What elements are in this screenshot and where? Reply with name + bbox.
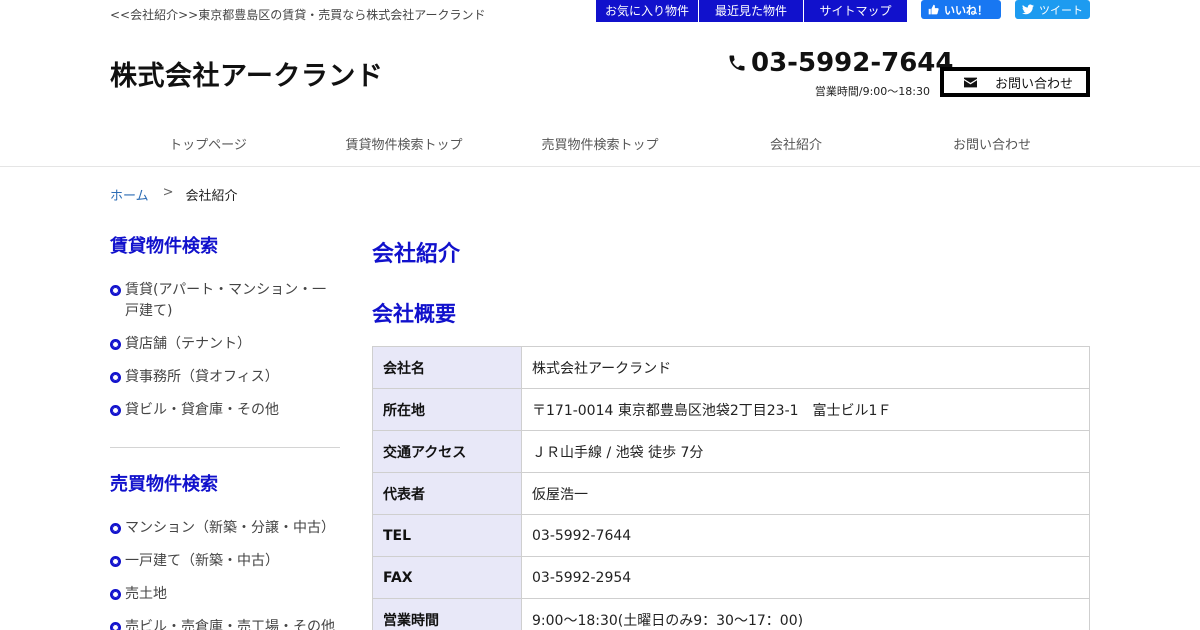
- thumbs-up-icon: [928, 4, 939, 15]
- row-value: 03-5992-2954: [521, 556, 1090, 599]
- table-row: 所在地 〒171-0014 東京都豊島区池袋2丁目23-1 富士ビル1Ｆ: [372, 388, 1090, 431]
- row-label: 所在地: [372, 388, 522, 431]
- table-row: FAX 03-5992-2954: [372, 556, 1090, 599]
- twitter-tweet-button[interactable]: ツイート: [1015, 0, 1090, 19]
- twitter-bird-icon: [1022, 4, 1034, 15]
- sidebar-sale-list: マンション（新築・分譲・中古） 一戸建て（新築・中古） 売土地 売ビル・売倉庫・…: [110, 518, 340, 630]
- nav-divider: [0, 166, 1200, 167]
- nav-company-info[interactable]: 会社紹介: [698, 134, 894, 153]
- favorites-link[interactable]: お気に入り物件: [596, 0, 699, 22]
- table-row: 代表者 仮屋浩一: [372, 472, 1090, 515]
- phone-icon: [729, 55, 745, 71]
- nav-sale-search[interactable]: 売買物件検索トップ: [502, 134, 698, 153]
- main-content: 会社紹介 会社概要 会社名 株式会社アークランド 所在地 〒171-0014 東…: [372, 236, 1090, 630]
- row-label: 営業時間: [372, 598, 522, 630]
- row-label: 会社名: [372, 346, 522, 389]
- sitemap-link[interactable]: サイトマップ: [804, 0, 907, 22]
- nav-rental-search[interactable]: 賃貸物件検索トップ: [306, 134, 502, 153]
- phone-number[interactable]: 03-5992-7644: [727, 48, 954, 78]
- sidebar-rental-list: 賃貸(アパート・マンション・一戸建て) 貸店舗（テナント） 貸事務所（貸オフィス…: [110, 280, 340, 421]
- breadcrumb-home[interactable]: ホーム: [110, 185, 149, 204]
- site-description: <<会社紹介>>東京都豊島区の賃貸・売買なら株式会社アークランド: [110, 8, 486, 22]
- row-label: 交通アクセス: [372, 430, 522, 473]
- row-label: TEL: [372, 514, 522, 557]
- envelope-icon: [964, 77, 977, 87]
- sidebar-rental-heading[interactable]: 賃貸物件検索: [110, 232, 340, 258]
- table-row: 会社名 株式会社アークランド: [372, 346, 1090, 389]
- company-info-table: 会社名 株式会社アークランド 所在地 〒171-0014 東京都豊島区池袋2丁目…: [372, 346, 1090, 630]
- contact-button[interactable]: お問い合わせ: [940, 67, 1090, 97]
- row-value: 03-5992-7644: [521, 514, 1090, 557]
- breadcrumb: ホーム > 会社紹介: [110, 185, 238, 204]
- sidebar-item-rental-residential[interactable]: 賃貸(アパート・マンション・一戸建て): [110, 280, 340, 322]
- table-row: TEL 03-5992-7644: [372, 514, 1090, 557]
- nav-contact[interactable]: お問い合わせ: [894, 134, 1090, 153]
- breadcrumb-current: 会社紹介: [185, 189, 238, 204]
- table-row: 営業時間 9:00～18:30(土曜日のみ9：30～17：00): [372, 598, 1090, 630]
- contact-button-label: お問い合わせ: [995, 76, 1074, 92]
- sidebar-item-rental-store[interactable]: 貸店舗（テナント）: [110, 334, 340, 355]
- sidebar-item-rental-office[interactable]: 貸事務所（貸オフィス）: [110, 367, 340, 388]
- facebook-like-button[interactable]: いいね！: [921, 0, 1001, 19]
- sidebar-item-rental-building[interactable]: 貸ビル・貸倉庫・その他: [110, 400, 340, 421]
- sidebar-item-sale-land[interactable]: 売土地: [110, 584, 340, 605]
- site-logo[interactable]: 株式会社アークランド: [110, 54, 383, 93]
- top-utility-nav: お気に入り物件 最近見た物件 サイトマップ: [596, 0, 907, 22]
- row-value: 株式会社アークランド: [521, 346, 1090, 389]
- main-nav: トップページ 賃貸物件検索トップ 売買物件検索トップ 会社紹介 お問い合わせ: [110, 134, 1090, 153]
- sidebar-divider: [110, 447, 340, 448]
- sidebar-item-sale-house[interactable]: 一戸建て（新築・中古）: [110, 551, 340, 572]
- sidebar: 賃貸物件検索 賃貸(アパート・マンション・一戸建て) 貸店舗（テナント） 貸事務…: [110, 232, 340, 630]
- row-label: 代表者: [372, 472, 522, 515]
- facebook-like-label: いいね！: [944, 3, 988, 17]
- section-title: 会社概要: [372, 302, 456, 326]
- row-value: 仮屋浩一: [521, 472, 1090, 515]
- row-value: ＪＲ山手線 / 池袋 徒歩 7分: [521, 430, 1090, 473]
- sidebar-item-sale-mansion[interactable]: マンション（新築・分譲・中古）: [110, 518, 340, 539]
- table-row: 交通アクセス ＪＲ山手線 / 池袋 徒歩 7分: [372, 430, 1090, 473]
- twitter-tweet-label: ツイート: [1039, 3, 1083, 17]
- row-label: FAX: [372, 556, 522, 599]
- business-hours: 営業時間/9:00～18:30: [814, 85, 930, 98]
- breadcrumb-separator: >: [162, 185, 174, 200]
- sidebar-sale-heading[interactable]: 売買物件検索: [110, 470, 340, 496]
- nav-top-page[interactable]: トップページ: [110, 134, 306, 153]
- recently-viewed-link[interactable]: 最近見た物件: [699, 0, 804, 22]
- phone-number-text: 03-5992-7644: [751, 48, 954, 78]
- page-title: 会社紹介: [372, 242, 461, 267]
- row-value: 〒171-0014 東京都豊島区池袋2丁目23-1 富士ビル1Ｆ: [521, 388, 1090, 431]
- sidebar-item-sale-building[interactable]: 売ビル・売倉庫・売工場・その他: [110, 617, 340, 630]
- row-value: 9:00～18:30(土曜日のみ9：30～17：00): [521, 598, 1090, 630]
